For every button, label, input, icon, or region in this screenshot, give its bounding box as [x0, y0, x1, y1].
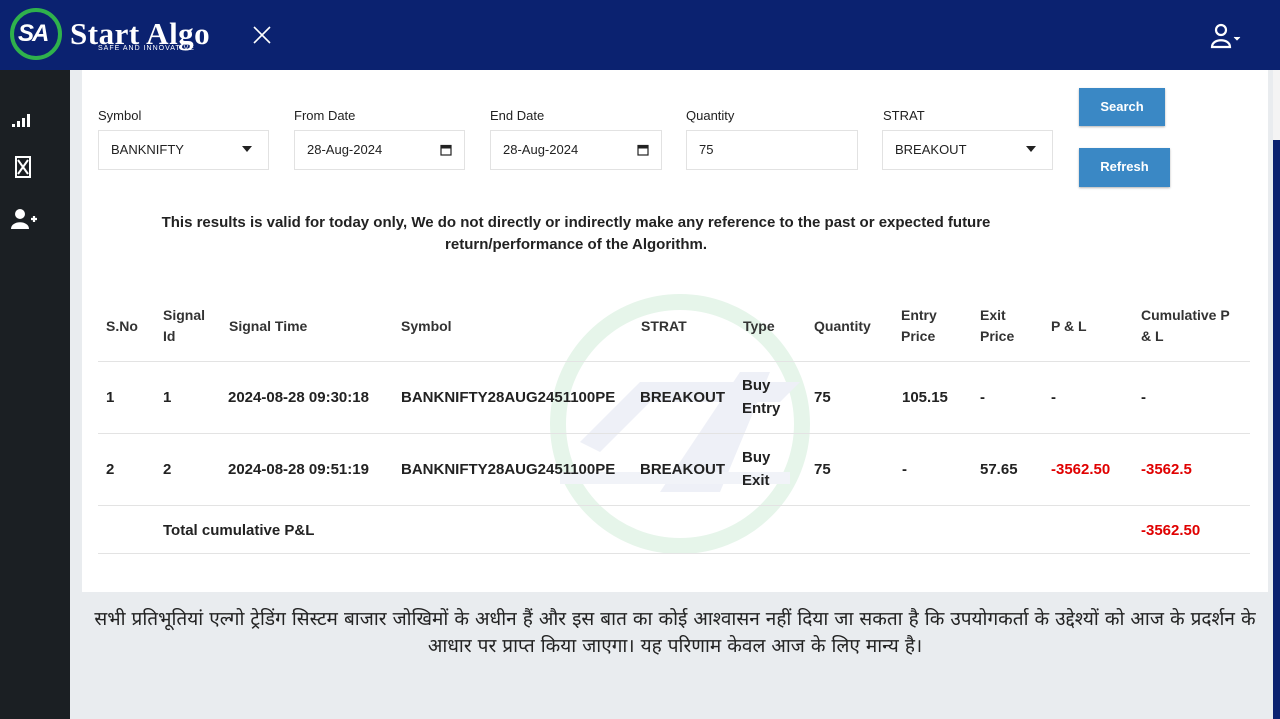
cell-signal-id: 1: [163, 389, 172, 406]
from-date-value: 28-Aug-2024: [307, 142, 383, 157]
col-type: Type: [743, 318, 775, 334]
col-sno: S.No: [106, 318, 138, 334]
cell-strat: BREAKOUT: [640, 461, 725, 478]
cell-symbol: BANKNIFTY28AUG2451100PE: [401, 461, 616, 478]
cell-pnl: -: [1051, 389, 1056, 406]
row-divider: [98, 361, 1250, 362]
cell-type: Buy Exit: [742, 449, 771, 489]
cell-sno: 1: [106, 389, 115, 406]
refresh-button[interactable]: Refresh: [1079, 148, 1170, 187]
col-entry-price: Entry Price: [901, 307, 937, 344]
strat-label: STRAT: [883, 108, 925, 123]
end-date-input[interactable]: 28-Aug-2024: [490, 130, 662, 170]
user-icon[interactable]: [1208, 22, 1244, 50]
close-icon[interactable]: [252, 25, 272, 45]
from-date-input[interactable]: 28-Aug-2024: [294, 130, 465, 170]
cell-type: Buy Entry: [742, 377, 781, 417]
search-button[interactable]: Search: [1079, 88, 1165, 126]
validity-notice: This results is valid for today only, We…: [161, 214, 991, 253]
row-divider: [98, 433, 1250, 434]
cell-sno: 2: [106, 461, 115, 478]
cell-exit-price: -: [980, 389, 985, 406]
cell-pnl: -3562.50: [1051, 461, 1111, 478]
cell-symbol: BANKNIFTY28AUG2451100PE: [401, 389, 616, 406]
cell-cum-pnl: -3562.5: [1141, 461, 1192, 478]
chevron-down-icon: [242, 146, 252, 152]
cell-signal-time: 2024-08-28 09:30:18: [228, 389, 369, 406]
end-date-label: End Date: [490, 108, 545, 123]
symbol-select-value: BANKNIFTY: [111, 142, 184, 157]
page-scrollbar[interactable]: [1273, 70, 1280, 719]
symbol-label: Symbol: [98, 108, 142, 123]
top-bar: SA Start Algo SAFE AND INNOVATIVE: [0, 0, 1280, 70]
calendar-icon[interactable]: [637, 144, 649, 156]
col-signal-id: Signal Id: [163, 307, 206, 344]
results-card: Symbol BANKNIFTY From Date 28-Aug-2024 E…: [82, 70, 1268, 592]
end-date-value: 28-Aug-2024: [503, 142, 579, 157]
cell-exit-price: 57.65: [980, 461, 1018, 478]
brand-tagline: SAFE AND INNOVATIVE: [98, 45, 195, 52]
cell-quantity: 75: [814, 389, 831, 406]
quantity-value: 75: [699, 142, 714, 157]
sidebar: [0, 70, 70, 719]
col-signal-time: Signal Time: [229, 318, 308, 334]
symbol-select[interactable]: BANKNIFTY: [98, 130, 269, 170]
col-strat: STRAT: [641, 318, 687, 334]
logo-mark: SA: [18, 20, 49, 47]
hindi-disclaimer: सभी प्रतिभूतियां एल्गो ट्रेडिंग सिस्टम ब…: [94, 608, 1256, 657]
cell-entry-price: 105.15: [902, 389, 948, 406]
quantity-input[interactable]: 75: [686, 130, 858, 170]
strat-select[interactable]: BREAKOUT: [882, 130, 1053, 170]
col-pnl: P & L: [1051, 318, 1087, 334]
total-value: -3562.50: [1141, 522, 1201, 539]
signal-bars-icon[interactable]: [10, 106, 38, 132]
brand-logo[interactable]: SA Start Algo SAFE AND INNOVATIVE: [8, 8, 248, 64]
col-exit-price: Exit Price: [980, 307, 1015, 344]
scrollbar-thumb[interactable]: [1273, 140, 1280, 719]
hourglass-icon[interactable]: [10, 155, 38, 181]
cell-entry-price: -: [902, 461, 907, 478]
from-date-label: From Date: [294, 108, 356, 123]
col-cum-pnl: Cumulative P & L: [1141, 307, 1230, 344]
cell-signal-time: 2024-08-28 09:51:19: [228, 461, 369, 478]
chevron-down-icon: [1026, 146, 1036, 152]
strat-select-value: BREAKOUT: [895, 142, 967, 157]
cell-strat: BREAKOUT: [640, 389, 725, 406]
cell-cum-pnl: -: [1141, 389, 1146, 406]
row-divider: [98, 505, 1250, 506]
calendar-icon[interactable]: [440, 144, 452, 156]
quantity-label: Quantity: [686, 108, 735, 123]
cell-signal-id: 2: [163, 461, 172, 478]
total-label: Total cumulative P&L: [163, 522, 315, 539]
row-divider: [98, 553, 1250, 554]
add-user-icon[interactable]: [10, 207, 38, 233]
col-symbol: Symbol: [401, 318, 452, 334]
cell-quantity: 75: [814, 461, 831, 478]
col-quantity: Quantity: [814, 318, 871, 334]
